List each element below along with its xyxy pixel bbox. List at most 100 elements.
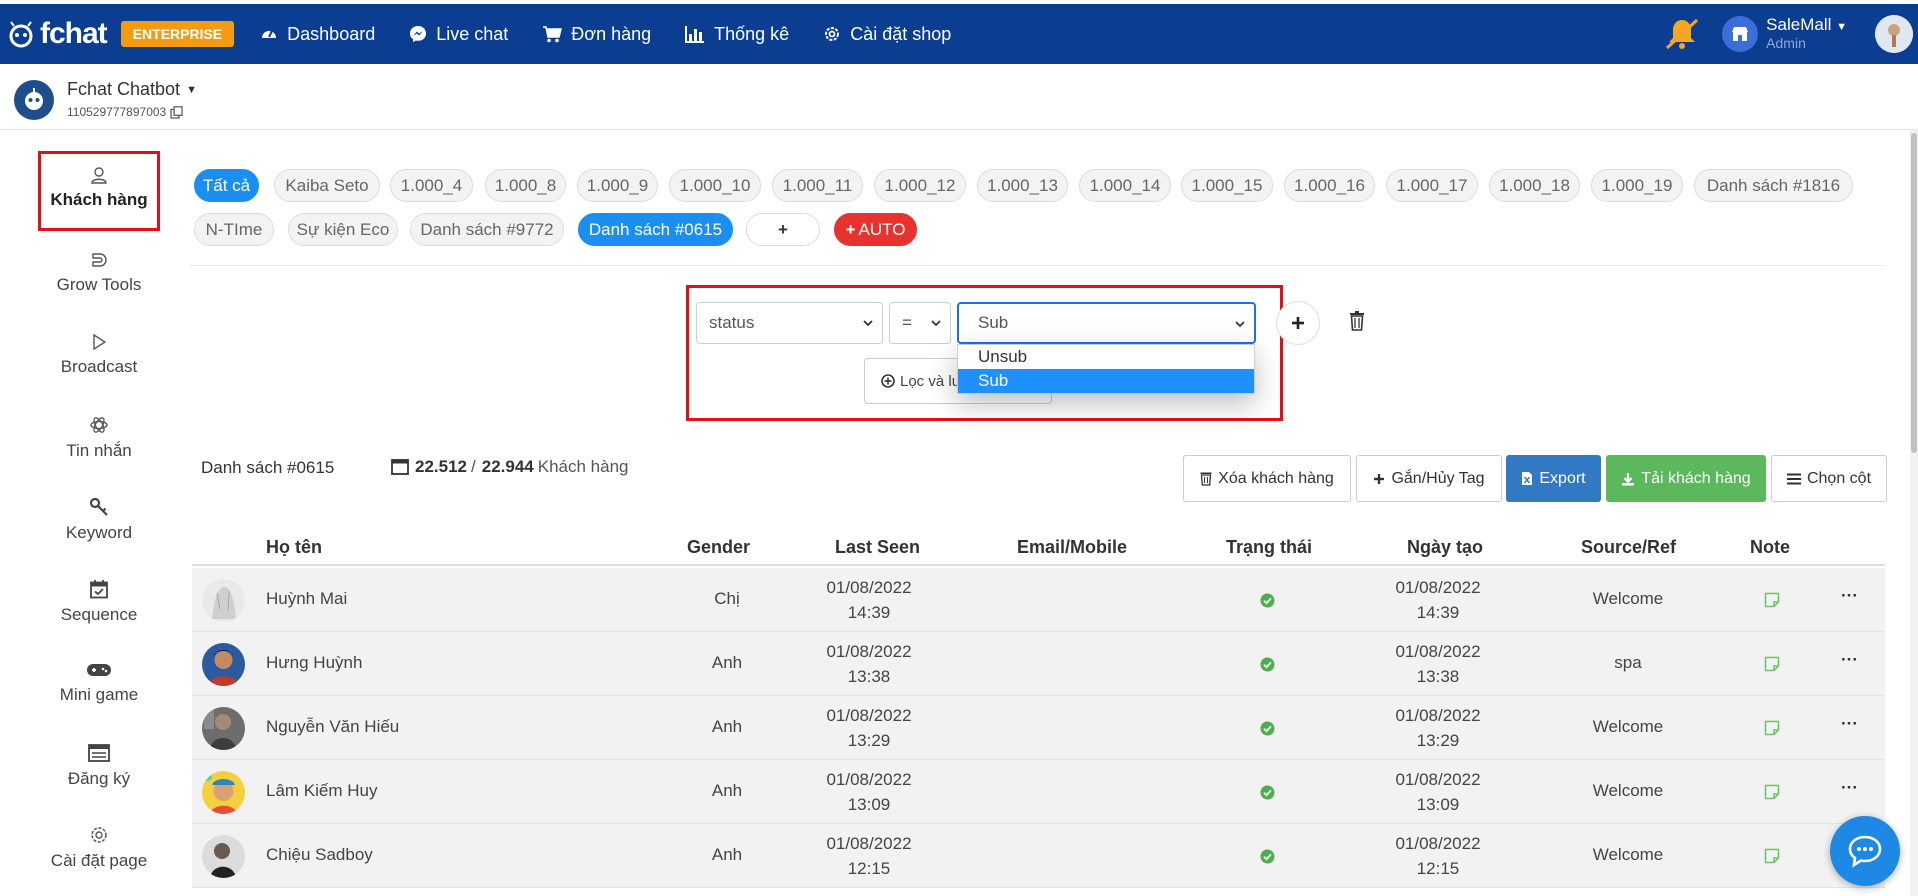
source-ref: Welcome (1592, 589, 1664, 608)
nav-shop-settings[interactable]: Cài đặt shop (823, 24, 951, 45)
column-header-name[interactable]: Họ tên (266, 537, 322, 558)
note-icon[interactable] (1764, 720, 1780, 736)
avatar (202, 643, 245, 686)
divider (190, 265, 1885, 266)
filter-operator-select[interactable]: = (889, 302, 951, 344)
column-header-note[interactable]: Note (1750, 537, 1790, 558)
last-seen-time: 14:39 (847, 603, 891, 622)
tag-item[interactable]: 1.000_8 (485, 169, 566, 202)
note-icon[interactable] (1764, 656, 1780, 672)
column-header-last-seen[interactable]: Last Seen (835, 537, 920, 558)
customer-name[interactable]: Lâm Kiếm Huy (266, 781, 377, 801)
add-condition-button[interactable] (1276, 301, 1320, 345)
tag-untag-button[interactable]: Gắn/Hủy Tag (1356, 455, 1502, 502)
button-label: Xóa khách hàng (1218, 469, 1334, 487)
user-avatar[interactable] (1875, 15, 1913, 53)
note-icon[interactable] (1764, 784, 1780, 800)
created-date: 01/08/2022 (1395, 770, 1481, 789)
delete-customers-button[interactable]: Xóa khách hàng (1183, 455, 1351, 502)
tag-item[interactable]: 1.000_10 (669, 169, 761, 202)
table-row[interactable]: Lâm Kiếm Huy Anh 01/08/2022 13:09 01/08/2… (192, 760, 1885, 824)
note-icon[interactable] (1764, 592, 1780, 608)
more-actions-icon[interactable]: ··· (1841, 714, 1858, 734)
tag-item[interactable]: 1.000_13 (977, 169, 1068, 202)
user-menu[interactable]: SaleMall ▼ Admin (1766, 16, 1847, 51)
tag-item[interactable]: 1.000_14 (1079, 169, 1171, 202)
created-date: 01/08/2022 (1395, 578, 1481, 597)
bell-slash-icon[interactable] (1664, 17, 1700, 51)
tag-all[interactable]: Tất cả (194, 169, 259, 202)
table-row[interactable]: Chiệu Sadboy Anh 01/08/2022 12:15 01/08/2… (192, 824, 1885, 888)
column-header-created[interactable]: Ngày tạo (1407, 537, 1483, 558)
sidebar-item-keyword[interactable]: Keyword (38, 497, 160, 543)
bot-name: Fchat Chatbot (67, 79, 181, 99)
tag-item[interactable]: 1.000_18 (1489, 169, 1580, 202)
add-tag-button[interactable]: + (746, 213, 820, 246)
created-at: 01/08/2022 12:15 (1388, 831, 1488, 881)
tag-active-list[interactable]: Danh sách #0615 (578, 213, 733, 246)
table-row[interactable]: Hưng Huỳnh Anh 01/08/2022 13:38 01/08/202… (192, 632, 1885, 696)
note-icon[interactable] (1764, 848, 1780, 864)
sidebar-item-grow-tools[interactable]: Grow Tools (38, 251, 160, 295)
filter-value-select[interactable]: Sub (957, 302, 1256, 344)
nav-live-chat[interactable]: Live chat (409, 24, 508, 45)
customer-name[interactable]: Huỳnh Mai (266, 589, 347, 609)
nav-orders[interactable]: Đơn hàng (542, 24, 651, 45)
chat-widget-button[interactable] (1830, 816, 1900, 886)
column-header-source[interactable]: Source/Ref (1581, 537, 1676, 558)
sidebar-item-page-settings[interactable]: Cài đặt page (38, 825, 160, 871)
trash-icon[interactable] (1349, 311, 1365, 331)
dropdown-option-unsub[interactable]: Unsub (958, 345, 1254, 369)
column-header-gender[interactable]: Gender (687, 537, 750, 558)
sidebar-item-mini-game[interactable]: Mini game (38, 661, 160, 705)
tag-item[interactable]: Danh sách #1816 (1694, 169, 1853, 202)
tag-item[interactable]: 1.000_16 (1284, 169, 1375, 202)
choose-columns-button[interactable]: Chọn cột (1771, 455, 1887, 502)
customer-name[interactable]: Chiệu Sadboy (266, 845, 373, 865)
bot-avatar[interactable] (14, 80, 54, 120)
sidebar-item-register[interactable]: Đăng ký (38, 743, 160, 789)
copy-icon[interactable] (170, 105, 183, 119)
filter-field-select[interactable]: status (696, 302, 883, 344)
tag-item[interactable]: N-TIme (194, 213, 274, 246)
nav-statistics[interactable]: Thống kê (685, 24, 789, 45)
last-seen: 01/08/2022 13:38 (819, 639, 919, 689)
table-row[interactable]: Nguyễn Văn Hiếu Anh 01/08/2022 13:29 01/0… (192, 696, 1885, 760)
more-actions-icon[interactable]: ··· (1841, 778, 1858, 798)
tag-item[interactable]: 1.000_9 (577, 169, 658, 202)
column-header-email[interactable]: Email/Mobile (1017, 537, 1127, 558)
sidebar-item-customers[interactable]: Khách hàng (38, 151, 160, 231)
nav-label: Cài đặt shop (850, 23, 952, 44)
auto-label: AUTO (858, 219, 906, 239)
tag-item[interactable]: 1.000_12 (874, 169, 966, 202)
brand-logo[interactable]: fchat (6, 17, 108, 51)
tag-item[interactable]: 1.000_4 (390, 169, 473, 202)
more-actions-icon[interactable]: ··· (1841, 650, 1858, 670)
created-time: 13:09 (1416, 795, 1460, 814)
customer-name[interactable]: Hưng Huỳnh (266, 653, 362, 673)
sidebar-item-sequence[interactable]: Sequence (38, 579, 160, 625)
bot-selector[interactable]: Fchat Chatbot ▼ (67, 79, 197, 100)
more-actions-icon[interactable]: ··· (1841, 586, 1858, 606)
tag-item[interactable]: 1.000_11 (772, 169, 863, 202)
tag-item[interactable]: 1.000_17 (1386, 169, 1478, 202)
tag-item[interactable]: 1.000_15 (1181, 169, 1273, 202)
store-icon (1722, 16, 1759, 52)
sidebar-item-broadcast[interactable]: Broadcast (38, 333, 160, 377)
table-row[interactable]: Huỳnh Mai Chị 01/08/2022 14:39 01/08/2022… (192, 568, 1885, 632)
tag-item[interactable]: 1.000_19 (1591, 169, 1683, 202)
tag-item[interactable]: Danh sách #9772 (410, 213, 564, 246)
column-header-status[interactable]: Trạng thái (1226, 537, 1312, 558)
customer-name[interactable]: Nguyễn Văn Hiếu (266, 717, 399, 737)
nav-dashboard[interactable]: Dashboard (260, 24, 375, 45)
auto-tag-button[interactable]: + AUTO (834, 213, 917, 246)
created-date: 01/08/2022 (1395, 706, 1481, 725)
sidebar-item-messages[interactable]: Tin nhắn (38, 415, 160, 461)
dropdown-option-sub[interactable]: Sub (958, 369, 1254, 393)
count-total: 22.944 (481, 457, 534, 476)
download-customers-button[interactable]: Tải khách hàng (1606, 455, 1766, 502)
tag-item[interactable]: Kaiba Seto (274, 169, 380, 202)
scrollbar-thumb[interactable] (1911, 133, 1917, 453)
tag-item[interactable]: Sự kiện Eco (288, 213, 398, 246)
export-button[interactable]: Export (1506, 455, 1601, 502)
